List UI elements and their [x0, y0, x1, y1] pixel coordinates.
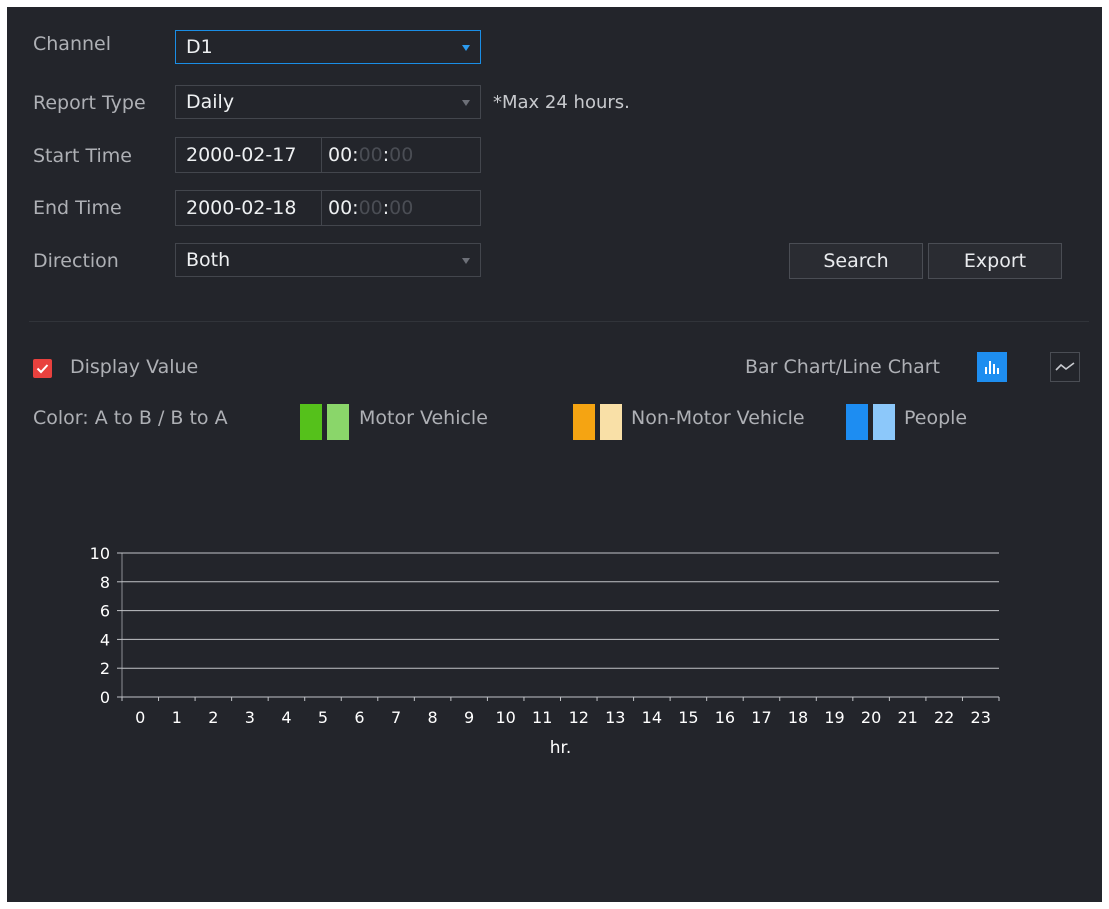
- x-tick-label: 21: [897, 708, 917, 727]
- chevron-down-icon: [462, 258, 470, 264]
- x-tick-label: 3: [245, 708, 255, 727]
- x-tick-label: 18: [788, 708, 808, 727]
- legend-title: Color: A to B / B to A: [33, 407, 228, 429]
- start-time-label: Start Time: [33, 145, 132, 167]
- channel-select[interactable]: D1: [175, 30, 481, 64]
- non-motor-vehicle-a-to-b-swatch: [573, 404, 595, 440]
- x-tick-label: 9: [464, 708, 474, 727]
- chevron-down-icon: [462, 45, 470, 51]
- x-tick-label: 2: [208, 708, 218, 727]
- report-type-select[interactable]: Daily: [175, 85, 481, 119]
- channel-value: D1: [186, 36, 213, 58]
- x-tick-label: 0: [135, 708, 145, 727]
- legend-motor-vehicle: Motor Vehicle: [359, 407, 488, 429]
- display-value-checkbox[interactable]: [33, 359, 52, 378]
- end-time-input[interactable]: 00:00:00: [322, 191, 413, 225]
- x-tick-label: 8: [428, 708, 438, 727]
- non-motor-vehicle-b-to-a-swatch: [600, 404, 622, 440]
- motor-vehicle-a-to-b-swatch: [300, 404, 322, 440]
- start-date-input[interactable]: 2000-02-17: [176, 138, 322, 172]
- checkmark-icon: [36, 364, 49, 374]
- x-tick-label: 10: [496, 708, 516, 727]
- chart-type-label: Bar Chart/Line Chart: [745, 356, 940, 378]
- chevron-down-icon: [462, 100, 470, 106]
- y-tick-label: 0: [100, 688, 110, 707]
- start-hour[interactable]: 00:: [328, 144, 359, 166]
- direction-label: Direction: [33, 250, 119, 272]
- end-hour[interactable]: 00:: [328, 197, 359, 219]
- line-chart-button[interactable]: [1050, 352, 1080, 382]
- direction-select[interactable]: Both: [175, 243, 481, 277]
- x-tick-label: 16: [715, 708, 735, 727]
- section-divider: [29, 321, 1089, 322]
- end-second[interactable]: 00: [389, 197, 413, 219]
- legend-people: People: [904, 407, 968, 429]
- traffic-bar-chart: 02468100 1 2 3 4 5 6 7 8 9 10 11 12 13 14 15 16 17 18 19 20 2…: [90, 544, 1000, 758]
- x-tick-label: 7: [391, 708, 401, 727]
- x-axis-title: hr.: [550, 738, 572, 758]
- display-value-label: Display Value: [70, 356, 199, 378]
- line-chart-icon: [1055, 362, 1075, 371]
- y-tick-label: 10: [90, 544, 110, 563]
- end-time-field[interactable]: 2000-02-18 00:00:00: [175, 190, 481, 226]
- start-time-field[interactable]: 2000-02-17 00:00:00: [175, 137, 481, 173]
- x-tick-label: 15: [678, 708, 698, 727]
- x-tick-label: 20: [861, 708, 881, 727]
- channel-label: Channel: [33, 33, 112, 55]
- people-counting-report-panel: Channel D1 Report Type Daily *Max 24 hou…: [7, 7, 1102, 902]
- x-tick-label: 1: [172, 708, 182, 727]
- x-tick-label: 19: [824, 708, 844, 727]
- end-minute[interactable]: 00: [359, 197, 383, 219]
- bar-chart-button[interactable]: [977, 352, 1007, 382]
- legend-non-motor-vehicle: Non-Motor Vehicle: [631, 407, 805, 429]
- people-b-to-a-swatch: [873, 404, 895, 440]
- end-date-input[interactable]: 2000-02-18: [176, 191, 322, 225]
- x-tick-label: 5: [318, 708, 328, 727]
- start-minute[interactable]: 00: [359, 144, 383, 166]
- x-tick-label: 12: [569, 708, 589, 727]
- x-tick-label: 13: [605, 708, 625, 727]
- report-type-label: Report Type: [33, 92, 146, 114]
- y-tick-label: 4: [100, 630, 110, 649]
- x-tick-label: 22: [934, 708, 954, 727]
- x-tick-label: 23: [971, 708, 991, 727]
- x-tick-label: 17: [751, 708, 771, 727]
- direction-value: Both: [186, 249, 231, 271]
- start-second[interactable]: 00: [389, 144, 413, 166]
- x-tick-label: 14: [642, 708, 662, 727]
- y-tick-label: 8: [100, 573, 110, 592]
- export-button[interactable]: Export: [928, 243, 1062, 279]
- x-tick-label: 4: [281, 708, 291, 727]
- max-hours-note: *Max 24 hours.: [493, 92, 630, 113]
- y-tick-label: 6: [100, 602, 110, 621]
- x-tick-label: 11: [532, 708, 552, 727]
- start-time-input[interactable]: 00:00:00: [322, 138, 413, 172]
- search-button[interactable]: Search: [789, 243, 923, 279]
- y-tick-label: 2: [100, 659, 110, 678]
- report-type-value: Daily: [186, 91, 235, 113]
- bar-chart-icon: [985, 361, 999, 374]
- end-time-label: End Time: [33, 197, 122, 219]
- x-tick-label: 6: [354, 708, 364, 727]
- people-a-to-b-swatch: [846, 404, 868, 440]
- motor-vehicle-b-to-a-swatch: [327, 404, 349, 440]
